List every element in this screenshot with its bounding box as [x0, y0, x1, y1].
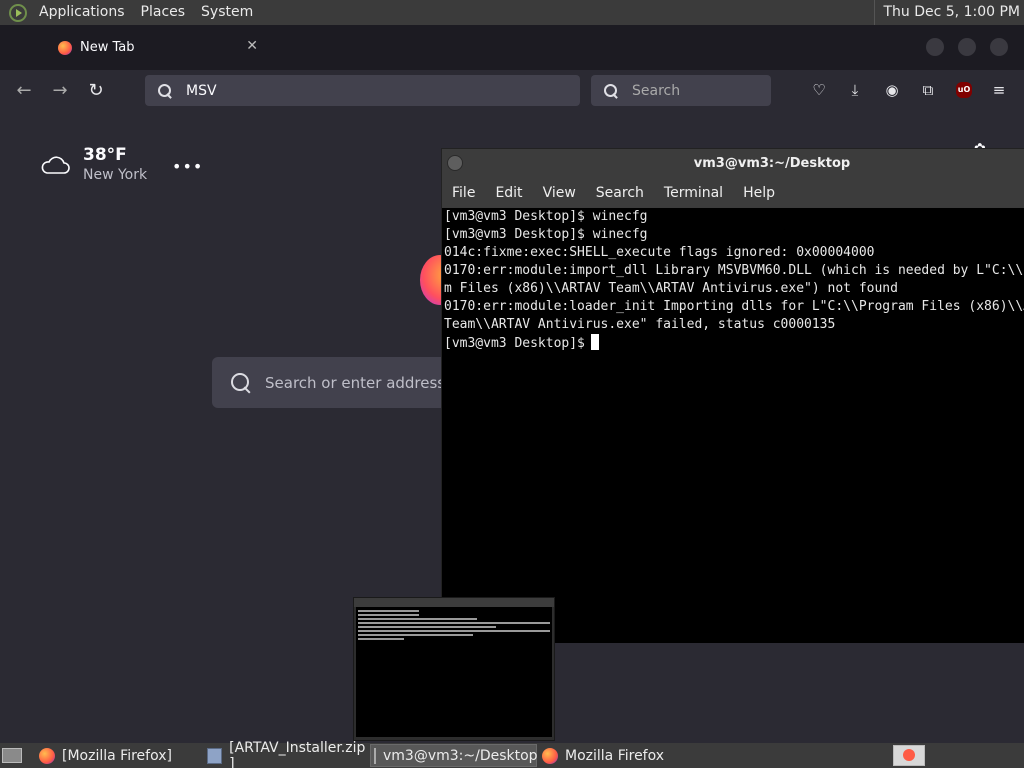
extensions-icon[interactable]: ⧉	[917, 79, 939, 101]
terminal-window-preview[interactable]	[353, 597, 555, 741]
terminal-menu-file[interactable]: File	[452, 185, 475, 201]
firefox-icon	[542, 747, 558, 764]
terminal-line: [vm3@vm3 Desktop]$ winecfg	[444, 209, 648, 224]
tab-title: New Tab	[80, 40, 135, 55]
newtab-search-input[interactable]: Search or enter address	[265, 374, 445, 392]
newtab-search-box[interactable]: Search or enter address	[212, 357, 472, 408]
desktop: Applications Places System Thu Dec 5, 1:…	[0, 0, 1024, 768]
preview-terminal-output	[356, 607, 552, 737]
terminal-menu-search[interactable]: Search	[596, 185, 644, 201]
top-panel: Applications Places System Thu Dec 5, 1:…	[0, 0, 1024, 25]
workspace-switcher[interactable]	[893, 745, 925, 766]
terminal-prompt-line: [vm3@vm3 Desktop]$	[444, 334, 1024, 353]
archive-icon	[207, 747, 223, 764]
browser-toolbar: ← → ↻ MSV Search ♡ ⤓ ◉ ⧉ uO ≡	[0, 70, 1024, 111]
terminal-output[interactable]: [vm3@vm3 Desktop]$ winecfg [vm3@vm3 Deskt…	[442, 208, 1024, 643]
clock[interactable]: Thu Dec 5, 1:00 PM	[874, 0, 1020, 25]
reload-icon[interactable]: ↻	[84, 79, 108, 103]
terminal-menu-terminal[interactable]: Terminal	[664, 185, 723, 201]
terminal-prompt: [vm3@vm3 Desktop]$	[444, 336, 585, 351]
weather-location: New York	[83, 167, 148, 183]
taskbar: [Mozilla Firefox] [ARTAV_Installer.zip ]…	[0, 740, 1024, 768]
places-menu[interactable]: Places	[133, 0, 194, 25]
preview-menubar	[354, 598, 554, 607]
taskbar-item-artav-installer[interactable]: [ARTAV_Installer.zip ]	[204, 740, 366, 768]
terminal-icon	[374, 747, 376, 764]
window-controls	[926, 38, 1008, 56]
terminal-line: 014c:fixme:exec:SHELL_execute flags igno…	[444, 245, 875, 260]
taskbar-item-firefox-minimized[interactable]: [Mozilla Firefox]	[36, 744, 201, 767]
applications-menu[interactable]: Applications	[31, 0, 133, 25]
terminal-menu-view[interactable]: View	[543, 185, 576, 201]
terminal-window[interactable]: vm3@vm3:~/Desktop File Edit View Search …	[441, 148, 1024, 643]
firefox-favicon-icon	[58, 40, 72, 55]
weather-more-button[interactable]: •••	[172, 157, 203, 176]
terminal-line: [vm3@vm3 Desktop]$ winecfg	[444, 227, 648, 242]
system-menu[interactable]: System	[193, 0, 261, 25]
show-desktop-icon[interactable]	[2, 748, 22, 763]
distro-logo-icon[interactable]	[9, 3, 27, 22]
url-bar[interactable]: MSV	[145, 75, 580, 106]
weather-widget[interactable]: 38°F New York	[40, 145, 147, 183]
tab-new-tab[interactable]: New Tab ✕	[46, 32, 268, 63]
back-icon[interactable]: ←	[12, 79, 36, 103]
search-input[interactable]: Search	[632, 83, 680, 99]
maximize-button[interactable]	[958, 38, 976, 56]
terminal-cursor	[590, 334, 599, 350]
terminal-line: 0170:err:module:import_dll Library MSVBV…	[444, 263, 1024, 278]
search-icon	[231, 372, 251, 393]
search-icon	[158, 83, 172, 98]
terminal-menu-help[interactable]: Help	[743, 185, 775, 201]
taskbar-item-terminal[interactable]: vm3@vm3:~/Desktop	[370, 744, 538, 767]
search-icon	[604, 83, 618, 98]
ublock-icon[interactable]: uO	[956, 82, 972, 98]
menu-icon[interactable]: ≡	[988, 79, 1010, 101]
taskbar-item-label: vm3@vm3:~/Desktop	[383, 747, 538, 764]
weather-temperature: 38°F	[83, 145, 127, 165]
forward-icon[interactable]: →	[48, 79, 72, 103]
terminal-menubar: File Edit View Search Terminal Help	[442, 179, 1024, 207]
terminal-titlebar[interactable]: vm3@vm3:~/Desktop	[442, 149, 1024, 179]
tab-close-icon[interactable]: ✕	[246, 38, 258, 54]
browser-tabbar: New Tab ✕	[0, 25, 1024, 70]
search-bar[interactable]: Search	[591, 75, 771, 106]
taskbar-item-label: [Mozilla Firefox]	[62, 747, 172, 764]
account-icon[interactable]: ◉	[881, 79, 903, 101]
terminal-line: m Files (x86)\\ARTAV Team\\ARTAV Antivir…	[444, 281, 898, 296]
close-button[interactable]	[990, 38, 1008, 56]
cloud-icon	[41, 156, 70, 174]
taskbar-item-firefox[interactable]: Mozilla Firefox	[539, 744, 709, 767]
download-icon[interactable]: ⤓	[844, 79, 866, 101]
minimize-button[interactable]	[926, 38, 944, 56]
taskbar-item-label: Mozilla Firefox	[565, 747, 665, 764]
pocket-icon[interactable]: ♡	[808, 79, 830, 101]
terminal-line: Team\\ARTAV Antivirus.exe" failed, statu…	[444, 317, 836, 332]
taskbar-item-label: [ARTAV_Installer.zip ]	[229, 739, 366, 768]
terminal-title: vm3@vm3:~/Desktop	[693, 156, 851, 171]
firefox-icon	[39, 747, 55, 764]
terminal-line: 0170:err:module:loader_init Importing dl…	[444, 299, 1024, 314]
url-input[interactable]: MSV	[186, 83, 217, 99]
terminal-menu-edit[interactable]: Edit	[495, 185, 522, 201]
